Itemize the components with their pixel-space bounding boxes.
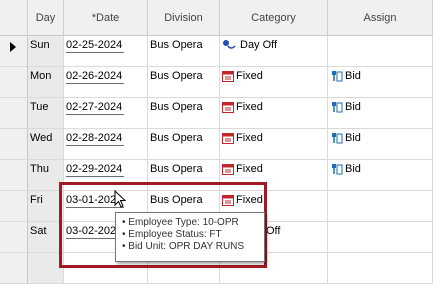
category-cell[interactable]: Fixed — [220, 129, 328, 160]
assign-cell[interactable] — [328, 253, 433, 284]
division-cell[interactable]: Bus Opera — [148, 129, 220, 160]
calendar-icon — [222, 164, 234, 175]
current-row-arrow-icon — [10, 42, 16, 52]
row-selector[interactable] — [0, 191, 28, 222]
row-selector[interactable] — [0, 253, 28, 284]
day-cell[interactable]: Sun — [28, 36, 64, 67]
bid-icon — [332, 102, 343, 113]
date-cell[interactable]: 02-26-2024 — [64, 67, 148, 98]
tooltip-line: • Employee Type: 10-OPR — [122, 217, 239, 228]
division-cell[interactable]: Bus Opera — [148, 98, 220, 129]
day-cell[interactable]: Mon — [28, 67, 64, 98]
assign-cell[interactable]: Bid — [328, 98, 433, 129]
column-header-category[interactable]: Category — [220, 0, 328, 36]
row-selector[interactable] — [0, 67, 28, 98]
day-cell[interactable]: Tue — [28, 98, 64, 129]
table-row[interactable]: Mon 02-26-2024 Bus Opera Fixed Bid — [0, 67, 433, 98]
column-header-division[interactable]: Division — [148, 0, 220, 36]
assign-cell[interactable]: Bid — [328, 67, 433, 98]
bid-icon — [332, 71, 343, 82]
assign-cell[interactable] — [328, 36, 433, 67]
calendar-icon — [222, 133, 234, 144]
table-row[interactable]: Tue 02-27-2024 Bus Opera Fixed Bid — [0, 98, 433, 129]
table-row[interactable]: Wed 02-28-2024 Bus Opera Fixed Bid — [0, 129, 433, 160]
mouse-cursor-icon — [114, 190, 127, 208]
row-selector[interactable] — [0, 98, 28, 129]
row-selector[interactable] — [0, 129, 28, 160]
row-selector[interactable] — [0, 36, 28, 67]
date-cell[interactable]: 02-25-2024 — [64, 36, 148, 67]
column-header-assign[interactable]: Assign — [328, 0, 433, 36]
bid-icon — [332, 164, 343, 175]
bid-icon — [332, 133, 343, 144]
division-cell[interactable]: Bus Opera — [148, 67, 220, 98]
tooltip-line: • Bid Unit: OPR DAY RUNS — [122, 241, 245, 252]
category-cell[interactable]: Fixed — [220, 98, 328, 129]
row-selector[interactable] — [0, 160, 28, 191]
employee-tooltip: • Employee Type: 10-OPR • Employee Statu… — [115, 212, 265, 262]
division-cell[interactable]: Bus Opera — [148, 36, 220, 67]
assign-cell[interactable] — [328, 191, 433, 222]
category-cell[interactable]: Fixed — [220, 67, 328, 98]
row-selector[interactable] — [0, 222, 28, 253]
calendar-icon — [222, 71, 234, 82]
assign-cell[interactable]: Bid — [328, 160, 433, 191]
category-cell[interactable]: Day Off — [220, 36, 328, 67]
calendar-icon — [222, 102, 234, 113]
assign-cell[interactable] — [328, 222, 433, 253]
assign-cell[interactable]: Bid — [328, 129, 433, 160]
column-header-date[interactable]: *Date — [64, 0, 148, 36]
date-cell[interactable]: 02-28-2024 — [64, 129, 148, 160]
column-header-day[interactable]: Day — [28, 0, 64, 36]
date-cell[interactable]: 02-27-2024 — [64, 98, 148, 129]
day-off-icon — [223, 40, 236, 49]
tooltip-line: • Employee Status: FT — [122, 229, 222, 240]
row-selector-header — [0, 0, 28, 36]
day-cell[interactable]: Wed — [28, 129, 64, 160]
table-row[interactable]: Sun 02-25-2024 Bus Opera Day Off — [0, 36, 433, 67]
